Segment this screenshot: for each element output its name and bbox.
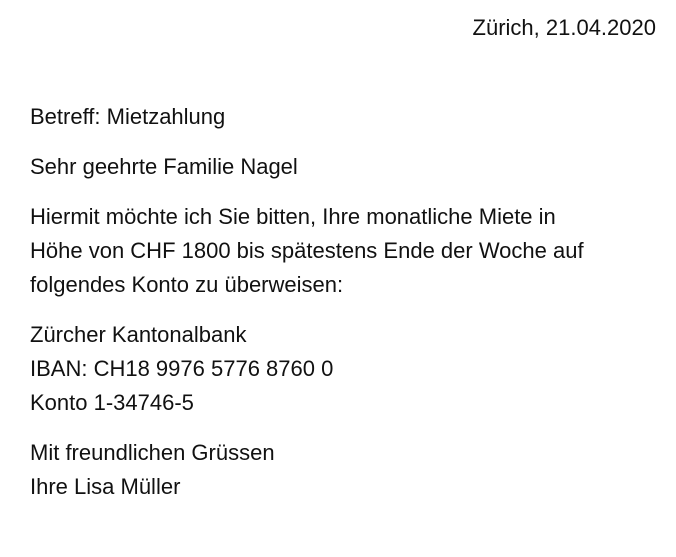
date-line: Zürich, 21.04.2020: [472, 15, 656, 40]
request-line-1: Hiermit möchte ich Sie bitten, Ihre mona…: [30, 204, 556, 229]
request-paragraph: Hiermit möchte ich Sie bitten, Ihre mona…: [30, 200, 660, 302]
letter-body: Betreff: Mietzahlung Sehr geehrte Famili…: [30, 100, 660, 520]
subject-line: Betreff: Mietzahlung: [30, 100, 660, 134]
closing-text: Mit freundlichen Grüssen: [30, 440, 275, 465]
signature: Ihre Lisa Müller: [30, 474, 181, 499]
iban: IBAN: CH18 9976 5776 8760 0: [30, 356, 334, 381]
letter-page: Zürich, 21.04.2020 Betreff: Mietzahlung …: [0, 0, 676, 557]
closing-block: Mit freundlichen Grüssen Ihre Lisa Mülle…: [30, 436, 660, 504]
request-line-2: Höhe von CHF 1800 bis spätestens Ende de…: [30, 238, 584, 263]
salutation-text: Sehr geehrte Familie Nagel: [30, 154, 298, 179]
bank-details: Zürcher Kantonalbank IBAN: CH18 9976 577…: [30, 318, 660, 420]
subject-text: Betreff: Mietzahlung: [30, 104, 226, 129]
salutation: Sehr geehrte Familie Nagel: [30, 150, 660, 184]
account-number: Konto 1-34746-5: [30, 390, 194, 415]
request-line-3: folgendes Konto zu überweisen:: [30, 272, 344, 297]
bank-name: Zürcher Kantonalbank: [30, 322, 247, 347]
